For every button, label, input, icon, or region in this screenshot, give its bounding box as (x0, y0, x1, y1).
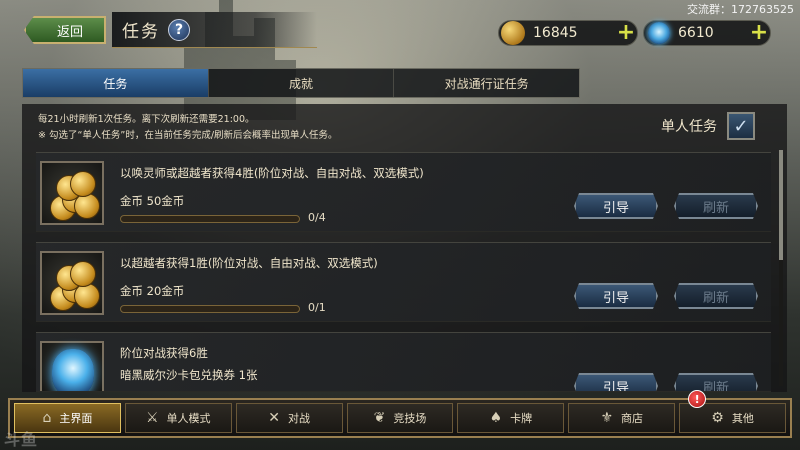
nav-other[interactable]: ! ⚙ 其他 (679, 390, 787, 433)
guide-button[interactable]: 引导 (574, 373, 658, 391)
tab-battle-pass-tasks[interactable]: 对战通行证任务 (394, 69, 579, 97)
gold-coins-icon (40, 251, 104, 315)
task-reward: 金币 50金币 (120, 194, 185, 208)
task-row: 以超越者获得1胜(阶位对战、自由对战、双选模式) 金币 20金币 0/1 引导 … (36, 242, 771, 322)
task-title: 以超越者获得1胜(阶位对战、自由对战、双选模式) (120, 256, 378, 270)
gear-icon: ⚙ (711, 410, 724, 426)
nav-label: 卡牌 (510, 412, 533, 425)
single-task-label: 单人任务 (661, 119, 717, 135)
gold-amount: 16845 (533, 25, 578, 41)
tab-achievements[interactable]: 成就 (209, 69, 395, 97)
scrollbar[interactable] (779, 150, 783, 386)
nav-single-player[interactable]: ⚔ 单人模式 (124, 403, 232, 433)
refresh-button[interactable]: 刷新 (674, 373, 758, 391)
refresh-button[interactable]: 刷新 (674, 283, 758, 309)
task-row: 阶位对战获得6胜 暗黑威尔沙卡包兑换券 1张 引导 刷新 (36, 332, 771, 392)
task-row: 以唤灵师或超越者获得4胜(阶位对战、自由对战、双选模式) 金币 50金币 0/4… (36, 152, 771, 232)
bottom-nav: ⌂ 主界面 ⚔ 单人模式 ✕ 对战 ❦ 竞技场 ♠ 卡牌 ⚜ 商店 ! ⚙ 其他 (8, 390, 792, 438)
nav-label: 对战 (288, 412, 311, 425)
gold-coins-icon (40, 161, 104, 225)
nav-label: 主界面 (59, 412, 93, 425)
refresh-button[interactable]: 刷新 (674, 193, 758, 219)
nav-shop[interactable]: ⚜ 商店 (568, 403, 676, 433)
add-crystal-button[interactable]: + (748, 22, 770, 44)
home-icon: ⌂ (42, 410, 52, 426)
gold-coin-icon (499, 20, 529, 46)
single-task-toggle[interactable]: 单人任务 ✓ (661, 112, 755, 140)
nav-arena[interactable]: ❦ 竞技场 (346, 403, 454, 433)
stream-watermark: 斗鱼 (4, 430, 39, 449)
sword-icon: ⚔ (146, 410, 159, 426)
task-progress-text: 0/4 (308, 211, 326, 224)
crystal-amount: 6610 (678, 25, 714, 41)
notification-badge: ! (688, 390, 707, 408)
page-title: 任务 (122, 22, 160, 42)
nav-label: 其他 (731, 412, 754, 425)
scrollbar-thumb[interactable] (779, 150, 783, 260)
qq-group-text: 交流群：172763525 (687, 3, 794, 16)
nav-label: 商店 (621, 412, 643, 425)
nav-cards[interactable]: ♠ 卡牌 (457, 403, 565, 433)
task-reward: 金币 20金币 (120, 284, 185, 298)
title-panel: 任务 ? (112, 12, 317, 48)
single-task-checkbox[interactable]: ✓ (727, 112, 755, 140)
task-progress-bar (120, 305, 300, 313)
crystal-currency: 6610 + (643, 20, 771, 46)
tab-bar: 任务 成就 对战通行证任务 (22, 68, 580, 98)
nav-battle[interactable]: ✕ 对战 (235, 403, 343, 433)
task-progress-bar (120, 215, 300, 223)
gold-currency: 16845 + (498, 20, 638, 46)
task-reward: 暗黑威尔沙卡包兑换券 1张 (120, 368, 258, 382)
task-title: 阶位对战获得6胜 (120, 346, 208, 360)
task-title: 以唤灵师或超越者获得4胜(阶位对战、自由对战、双选模式) (120, 166, 424, 180)
tab-tasks[interactable]: 任务 (23, 69, 209, 97)
task-progress-text: 0/1 (308, 301, 326, 314)
nav-label: 竞技场 (393, 412, 427, 425)
guide-button[interactable]: 引导 (574, 283, 658, 309)
cards-icon: ♠ (489, 410, 503, 426)
refresh-notice: 每21小时刷新1次任务。离下次刷新还需要21:00。 ※ 勾选了“单人任务”时，… (38, 112, 338, 144)
guide-button[interactable]: 引导 (574, 193, 658, 219)
crossed-swords-icon: ✕ (268, 410, 281, 426)
laurel-icon: ❦ (373, 410, 386, 426)
back-button[interactable]: 返回 (24, 16, 106, 44)
add-gold-button[interactable]: + (615, 22, 637, 44)
task-panel: 每21小时刷新1次任务。离下次刷新还需要21:00。 ※ 勾选了“单人任务”时，… (22, 104, 787, 392)
help-icon[interactable]: ? (168, 18, 190, 41)
card-pack-orb-icon (40, 341, 104, 391)
game-screen: 返回 任务 ? 16845 + 6610 + 交流群：172763525 任务 … (0, 0, 800, 450)
notice-line-2: ※ 勾选了“单人任务”时，在当前任务完成/刷新后会概率出现单人任务。 (38, 130, 338, 141)
nav-label: 单人模式 (166, 412, 211, 425)
blue-crystal-icon (644, 20, 674, 46)
notice-line-1: 每21小时刷新1次任务。离下次刷新还需要21:00。 (38, 114, 255, 125)
shop-icon: ⚜ (600, 410, 613, 426)
